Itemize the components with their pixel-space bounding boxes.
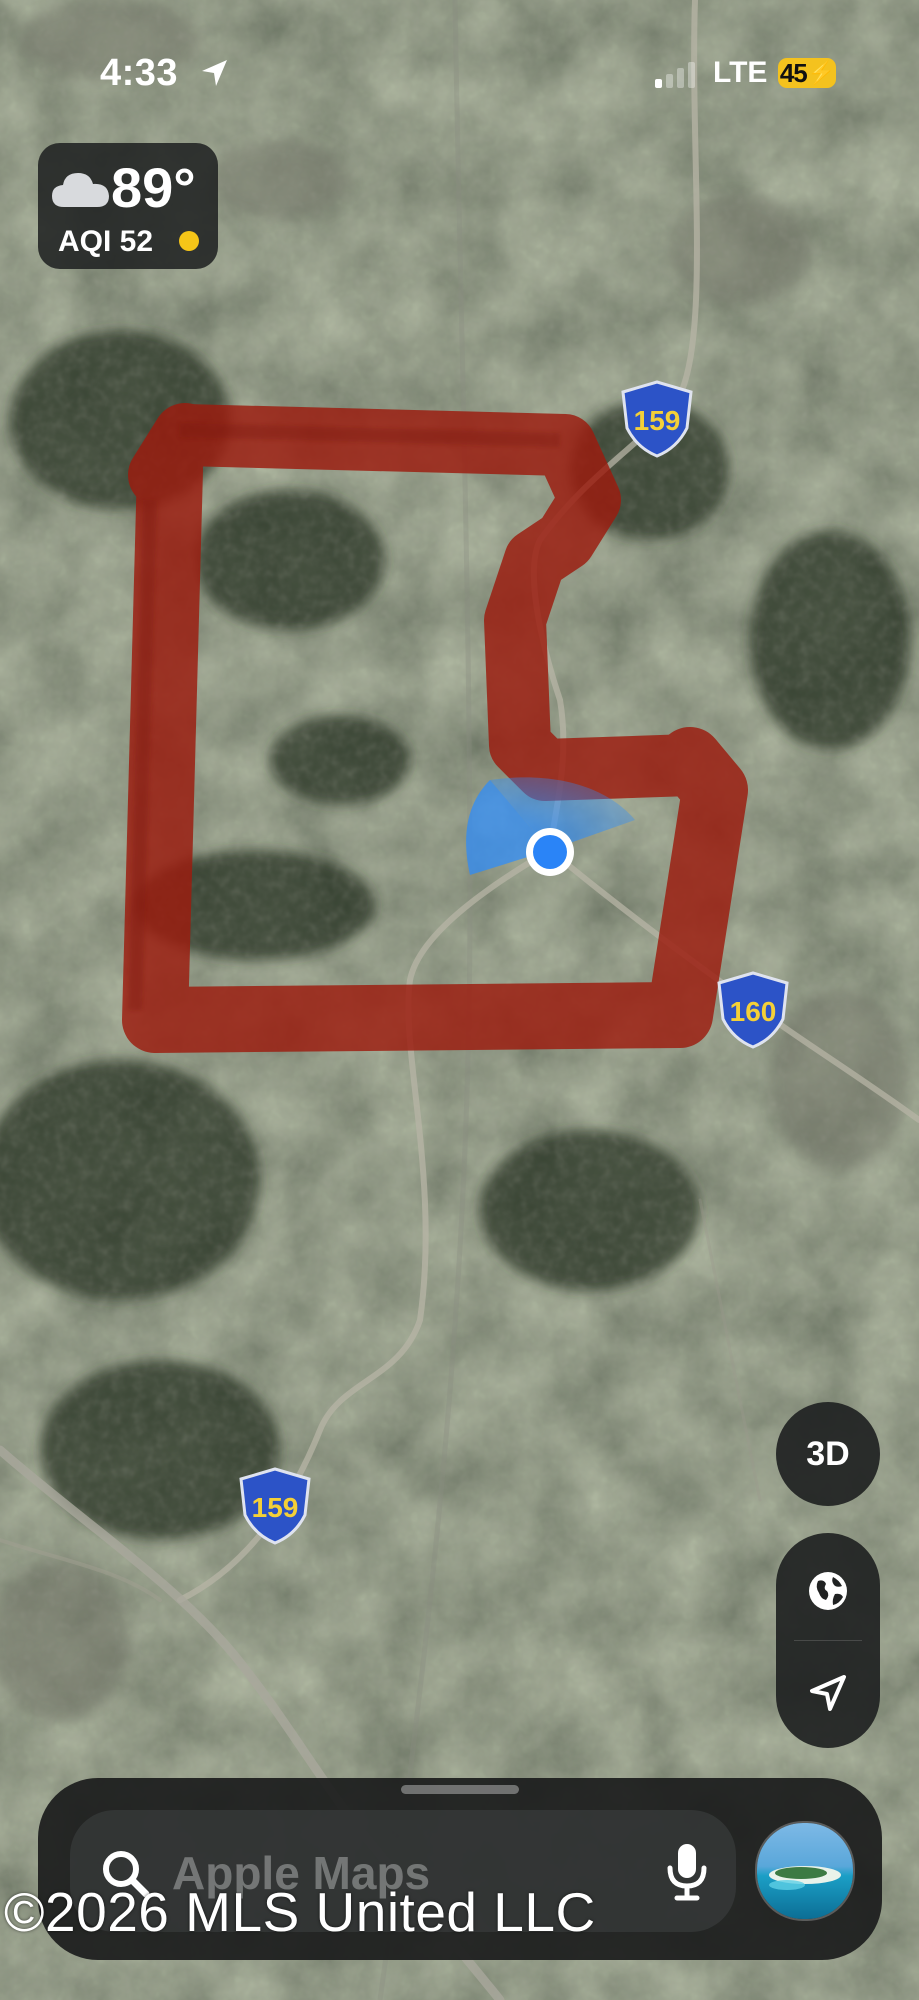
cellular-signal-icon [655,62,695,88]
3d-view-button[interactable]: 3D [776,1402,880,1506]
microphone-icon[interactable] [664,1842,710,1902]
route-shield-number: 160 [730,996,777,1027]
location-services-icon [202,60,227,86]
map-controls [776,1533,880,1748]
controls-divider [794,1640,862,1641]
cloud-icon [52,173,109,207]
route-shield-number: 159 [634,405,681,436]
sheet-grabber[interactable] [401,1785,519,1794]
charging-bolt-icon: ⚡ [807,60,835,85]
network-type: LTE [713,56,768,89]
copyright-watermark: ©2026 MLS United LLC [4,1881,596,1943]
route-shield-number: 159 [252,1492,299,1523]
account-avatar[interactable] [755,1821,855,1921]
location-arrow-icon[interactable] [808,1673,848,1713]
battery-level: 45 [779,57,808,88]
globe-icon[interactable] [806,1569,850,1613]
status-time: 4:33 [100,52,179,94]
aqi-status-dot [179,231,199,251]
aqi-value: AQI 52 [58,225,154,258]
avatar-image [757,1823,853,1919]
temperature: 89° [111,156,196,219]
battery-indicator: 45 ⚡ [778,58,836,88]
current-location-dot[interactable] [533,835,567,869]
